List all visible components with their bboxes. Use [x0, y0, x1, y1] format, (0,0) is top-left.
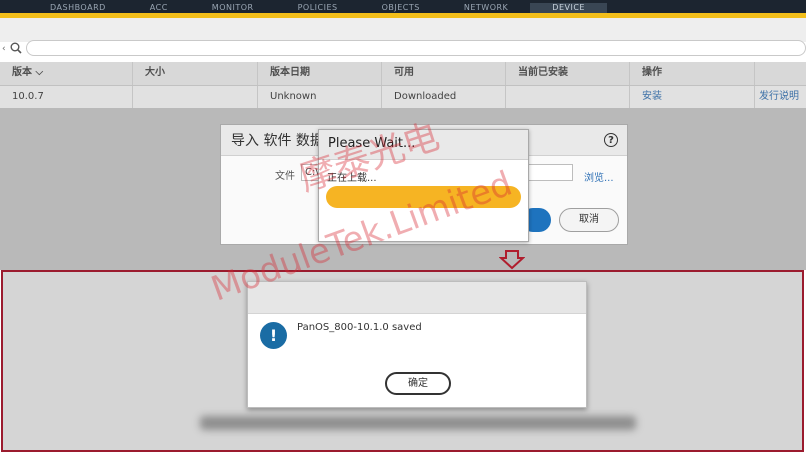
nav-tab-dashboard[interactable]: DASHBOARD: [28, 3, 128, 13]
toolbar-band: [0, 18, 806, 42]
confirm-button[interactable]: 确定: [385, 372, 451, 395]
search-icon: [10, 42, 22, 54]
collapse-chevron-icon[interactable]: ‹: [2, 44, 6, 54]
nav-tab-acc[interactable]: ACC: [128, 3, 190, 13]
nav-tab-device[interactable]: DEVICE: [530, 3, 607, 13]
nav-tab-network[interactable]: NETWORK: [442, 3, 530, 13]
file-label: 文件: [275, 171, 295, 182]
saved-message: PanOS_800-10.1.0 saved: [297, 322, 422, 333]
arrow-down-icon: [499, 250, 525, 270]
browse-link[interactable]: 浏览...: [584, 169, 614, 184]
nav-tab-objects[interactable]: OBJECTS: [360, 3, 442, 13]
top-nav: DASHBOARD ACC MONITOR POLICIES OBJECTS N…: [0, 0, 806, 13]
saved-dialog: ! PanOS_800-10.1.0 saved 确定: [247, 281, 587, 408]
search-input[interactable]: [26, 40, 806, 56]
help-icon[interactable]: ?: [604, 133, 618, 147]
info-icon: !: [260, 322, 287, 349]
cancel-button[interactable]: 取消: [559, 208, 619, 232]
nav-tab-policies[interactable]: POLICIES: [276, 3, 360, 13]
dialog-shadow: [200, 416, 636, 430]
modal-overlay-table: [0, 62, 806, 108]
saved-dialog-header: [248, 282, 586, 314]
nav-tab-monitor[interactable]: MONITOR: [190, 3, 276, 13]
